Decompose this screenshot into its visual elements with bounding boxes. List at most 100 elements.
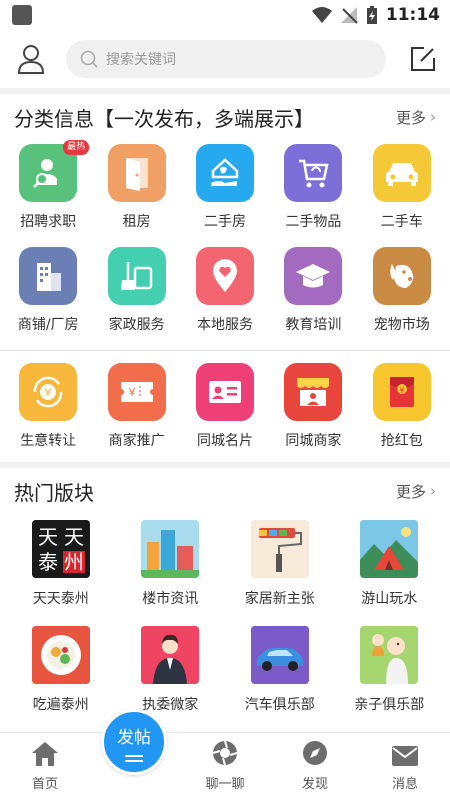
category-label: 二手车 [380,214,423,230]
buildings-image [141,520,200,578]
hot-item[interactable]: 游山玩水 [335,514,445,620]
envelope-icon [392,746,418,766]
hot-label: 游山玩水 [361,591,418,607]
category-label: 生意转让 [20,433,77,449]
category-label: 教育培训 [285,317,342,333]
nav-chat[interactable]: 聊一聊 [180,733,270,800]
cart-recycle-icon [284,144,343,202]
hot-label: 吃遍泰州 [32,697,89,713]
compass-icon [303,741,327,765]
paint-roller-image [250,520,309,578]
svg-text:¥: ¥ [45,386,52,399]
nav-label: 发现 [301,777,328,792]
compose-button[interactable] [408,44,438,74]
user-icon [17,45,45,74]
businesswoman-image [141,626,200,684]
category-label: 二手房 [203,214,246,230]
categories-grid-row-2: 商铺/厂房 家政服务 本地服务 教育培训 宠物市场 [0,243,450,346]
post-button[interactable]: 发帖 [101,709,167,775]
tent-image [360,520,419,578]
door-icon [107,144,166,202]
category-item[interactable]: ¥ 生意转让 [4,359,92,462]
divider [0,350,450,351]
hot-label: 天天泰州 [32,591,89,607]
edit-icon [411,47,435,71]
clock: 11:14 [385,5,440,25]
shop-icon [284,363,343,421]
search-placeholder: 搜索关键词 [106,52,176,68]
category-item[interactable]: 本地服务 [181,243,269,346]
category-item[interactable]: 同城商家 [269,359,357,462]
nav-discover[interactable]: 发现 [270,733,360,800]
category-item[interactable]: 最热 招聘求职 [4,140,92,243]
category-label: 同城名片 [196,433,253,449]
category-item[interactable]: 租房 [92,140,180,243]
nav-messages[interactable]: 消息 [360,733,450,800]
logo-char: 天 [64,525,84,549]
battery-charging-icon [366,6,377,24]
menu-icon [125,752,143,762]
category-label: 家政服务 [108,317,165,333]
home-icon [32,742,58,766]
hot-item[interactable]: 天 天 泰 州 天天泰州 [6,514,116,620]
category-item[interactable]: ¥ 商家推广 [92,359,180,462]
wifi-icon [311,7,332,23]
hot-label: 楼市资讯 [142,591,199,607]
hot-grid: 天 天 泰 州 天天泰州 楼市资讯 家居新主张 游山玩水 吃遍泰州 执委微家 汽… [0,514,450,726]
category-item[interactable]: 二手车 [358,140,446,243]
hot-label: 汽车俱乐部 [244,697,315,713]
top-bar: 搜索关键词 [0,30,450,88]
category-item[interactable]: 教育培训 [269,243,357,346]
category-label: 商家推广 [108,433,165,449]
category-item[interactable]: 二手房 [181,140,269,243]
hot-more-link[interactable]: 更多 › [396,481,436,502]
categories-more-link[interactable]: 更多 › [396,107,436,128]
red-packet-icon: ¥ [372,363,431,421]
car-icon [372,144,431,202]
more-label: 更多 [395,108,426,127]
svg-text:¥: ¥ [399,386,404,395]
card-icon [195,363,254,421]
status-bar: 11:14 [0,0,450,30]
broom-icon [107,247,166,305]
category-item[interactable]: 宠物市场 [358,243,446,346]
chevron-right-icon: › [430,482,436,500]
no-signal-icon [340,7,358,24]
hot-label: 亲子俱乐部 [354,697,425,713]
hot-item[interactable]: 家居新主张 [225,514,335,620]
category-item[interactable]: ¥ 抢红包 [358,359,446,462]
nav-home[interactable]: 首页 [0,733,90,800]
person-search-icon: 最热 [19,140,90,202]
food-plate-image [31,626,90,684]
search-bar[interactable]: 搜索关键词 [66,40,386,78]
hot-label: 家居新主张 [244,591,315,607]
nav-label: 消息 [391,777,418,792]
category-label: 抢红包 [380,433,423,449]
category-label: 同城商家 [285,433,342,449]
search-icon [80,50,98,68]
tiantian-taizhou-logo: 天 天 泰 州 [31,520,90,578]
house-hand-icon [195,144,254,202]
location-heart-icon [195,247,254,305]
logo-char: 泰 [38,550,58,574]
category-item[interactable]: 同城名片 [181,359,269,462]
hot-item[interactable]: 亲子俱乐部 [335,620,445,726]
sports-car-image [250,626,309,684]
hot-item[interactable]: 汽车俱乐部 [225,620,335,726]
yuan-exchange-icon: ¥ [19,363,78,421]
dog-icon [372,247,431,305]
categories-grid-row-1: 最热 招聘求职 租房 二手房 二手物品 二手车 [0,140,450,243]
user-profile-button[interactable] [14,42,48,76]
category-label: 本地服务 [196,317,253,333]
hot-item[interactable]: 吃遍泰州 [6,620,116,726]
category-item[interactable]: 家政服务 [92,243,180,346]
category-item[interactable]: 二手物品 [269,140,357,243]
chevron-right-icon: › [430,108,436,126]
hot-label: 执委微家 [142,697,199,713]
category-label: 租房 [122,214,151,230]
category-item[interactable]: 商铺/厂房 [4,243,92,346]
more-label: 更多 [395,482,426,501]
hot-badge: 最热 [63,140,90,155]
hot-item[interactable]: 楼市资讯 [116,514,226,620]
nav-label: 聊一聊 [205,777,245,792]
